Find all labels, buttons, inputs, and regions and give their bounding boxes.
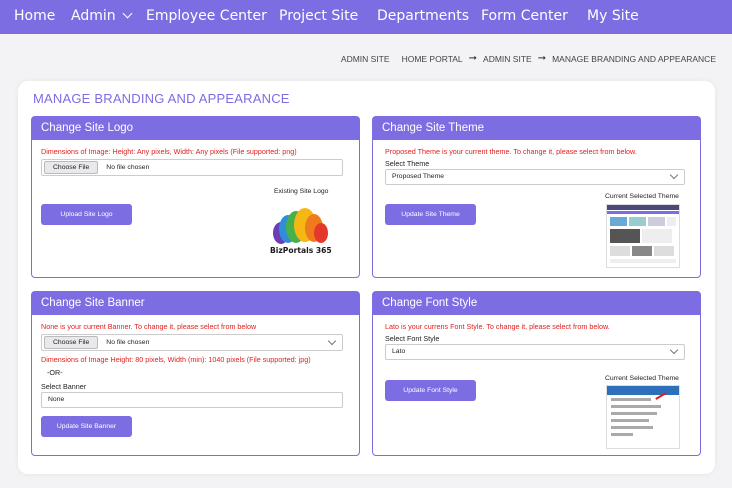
site-theme-card-title: Change Site Theme	[373, 117, 700, 140]
select-banner-label: Select Banner	[41, 382, 87, 391]
nav-admin-label: Admin	[71, 8, 116, 24]
font-style-card-title: Change Font Style	[373, 292, 700, 315]
upload-site-logo-button[interactable]: Upload Site Logo	[41, 204, 132, 225]
font-style-card: Change Font Style Lato is your currens F…	[372, 291, 701, 456]
nav-my-site[interactable]: My Site	[587, 8, 639, 24]
nav-form-center[interactable]: Form Center	[481, 8, 568, 24]
main-panel: MANAGE BRANDING AND APPEARANCE Change Si…	[18, 81, 715, 474]
banner-select[interactable]: None	[41, 392, 343, 408]
font-note: Lato is your currens Font Style. To chan…	[385, 322, 610, 331]
site-theme-card: Change Site Theme Proposed Theme is your…	[372, 116, 701, 278]
theme-preview-image	[606, 204, 680, 268]
site-banner-card: Change Site Banner None is your current …	[31, 291, 360, 456]
update-font-style-button[interactable]: Update Font Style	[385, 380, 476, 401]
arrow-right-icon: ➞	[468, 53, 478, 64]
existing-logo-label: Existing Site Logo	[274, 188, 329, 195]
breadcrumb-admin-site-link[interactable]: ADMIN SITE	[341, 54, 390, 64]
logo-dimensions-note: Dimensions of Image: Height: Any pixels,…	[41, 147, 297, 156]
bizportals-logo: BizPortals 365	[268, 203, 338, 259]
logo-text: BizPortals 365	[270, 246, 332, 255]
nav-admin[interactable]: Admin	[71, 8, 133, 24]
breadcrumb: ADMIN SITE HOME PORTAL ➞ ADMIN SITE ➞ MA…	[341, 53, 716, 64]
breadcrumb-admin-site[interactable]: ADMIN SITE	[483, 54, 532, 64]
chevron-down-icon	[669, 345, 679, 355]
nav-project-site[interactable]: Project Site	[279, 8, 358, 24]
logo-choose-file-button[interactable]: Choose File	[44, 161, 99, 174]
current-font-theme-label: Current Selected Theme	[605, 375, 679, 382]
theme-select[interactable]: Proposed Theme	[385, 169, 685, 185]
banner-file-input[interactable]: Choose File No file chosen	[41, 334, 343, 351]
select-font-label: Select Font Style	[385, 334, 440, 343]
chevron-down-icon	[327, 336, 337, 346]
or-separator: -OR-	[47, 368, 63, 377]
site-logo-card: Change Site Logo Dimensions of Image: He…	[31, 116, 360, 278]
logo-file-input[interactable]: Choose File No file chosen	[41, 159, 343, 176]
banner-file-status: No file chosen	[106, 339, 150, 346]
theme-select-value: Proposed Theme	[392, 173, 445, 180]
font-select[interactable]: Lato	[385, 344, 685, 360]
theme-note: Proposed Theme is your current theme. To…	[385, 147, 637, 156]
update-site-theme-button[interactable]: Update Site Theme	[385, 204, 476, 225]
banner-note: None is your current Banner. To change i…	[41, 322, 257, 331]
font-select-value: Lato	[392, 348, 406, 355]
banner-select-value: None	[48, 396, 65, 403]
top-nav: Home Admin Employee Center Project Site …	[0, 0, 732, 34]
site-banner-card-title: Change Site Banner	[32, 292, 359, 315]
arrow-right-icon: ➞	[537, 53, 547, 64]
page-title: MANAGE BRANDING AND APPEARANCE	[33, 91, 290, 106]
nav-home[interactable]: Home	[14, 8, 55, 24]
current-theme-label: Current Selected Theme	[605, 193, 679, 200]
select-theme-label: Select Theme	[385, 159, 430, 168]
font-preview-image	[606, 385, 680, 449]
chevron-down-icon	[669, 170, 679, 180]
banner-choose-file-button[interactable]: Choose File	[44, 336, 99, 349]
breadcrumb-current: MANAGE BRANDING AND APPEARANCE	[552, 53, 716, 64]
nav-departments[interactable]: Departments	[377, 8, 469, 24]
nav-employee-center[interactable]: Employee Center	[146, 8, 267, 24]
update-site-banner-button[interactable]: Update Site Banner	[41, 416, 132, 437]
banner-dimensions-note: Dimensions of Image Height: 80 pixels, W…	[41, 355, 311, 364]
logo-file-status: No file chosen	[106, 164, 150, 171]
chevron-down-icon	[122, 8, 133, 19]
breadcrumb-home-portal[interactable]: HOME PORTAL	[402, 54, 463, 64]
site-logo-card-title: Change Site Logo	[32, 117, 359, 140]
